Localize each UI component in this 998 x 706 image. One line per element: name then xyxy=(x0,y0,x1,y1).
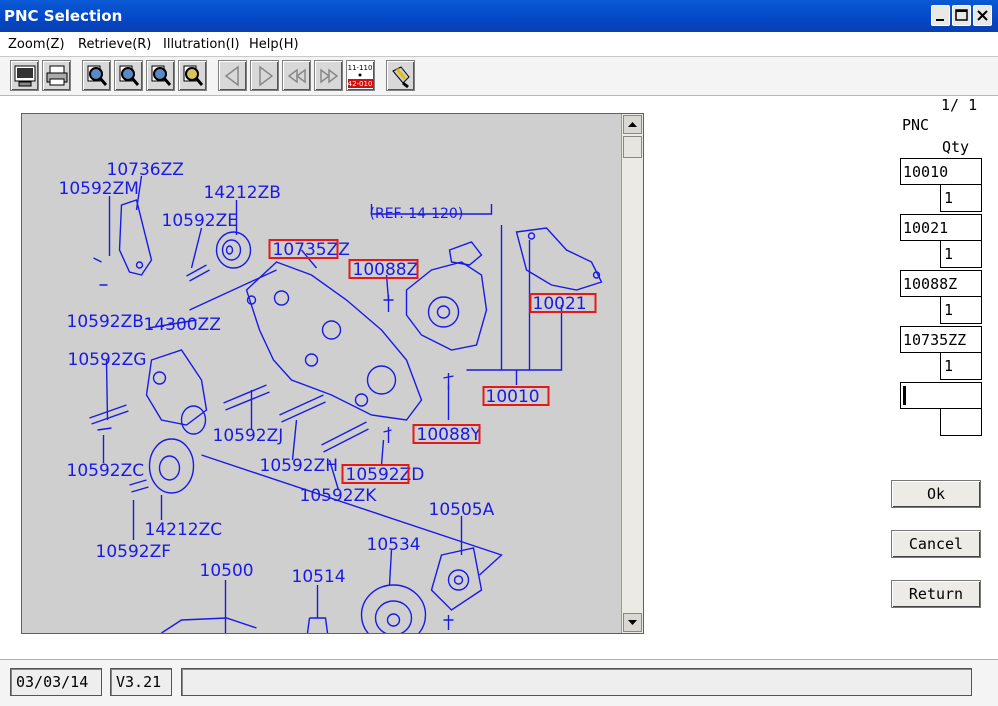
status-bar: 03/03/14 V3.21 xyxy=(0,659,998,706)
cancel-button[interactable]: Cancel xyxy=(891,530,981,558)
menu-help[interactable]: Help(H) xyxy=(249,37,299,52)
pnc-field-3[interactable]: 10088Z xyxy=(900,270,982,297)
window-title: PNC Selection xyxy=(4,7,123,25)
minimize-button[interactable] xyxy=(931,5,950,26)
title-bar: PNC Selection xyxy=(0,0,998,32)
label-14212zc: 14212ZC xyxy=(145,520,223,540)
menu-zoom[interactable]: Zoom(Z) xyxy=(8,37,65,52)
label-10514: 10514 xyxy=(292,567,346,587)
last-page-icon[interactable] xyxy=(314,60,343,91)
vertical-scrollbar[interactable] xyxy=(621,114,643,633)
label-10500: 10500 xyxy=(200,561,254,581)
page-badge-bottom: 42-010 xyxy=(348,80,372,88)
qty-field-3[interactable]: 1 xyxy=(940,297,982,324)
pnc-field-1[interactable]: 10010 xyxy=(900,158,982,185)
zoom-2-icon[interactable] xyxy=(114,60,143,91)
label-14300zz: 14300ZZ xyxy=(144,315,221,335)
page-number-icon[interactable]: 11-110 42-010 xyxy=(346,60,375,91)
qty-header: Qty xyxy=(942,138,970,156)
qty-field-2[interactable]: 1 xyxy=(940,241,982,268)
illustration-viewport[interactable]: 10736ZZ 10592ZM 14212ZB 10592ZE 10735ZZ … xyxy=(21,113,644,634)
qty-field-4[interactable]: 1 xyxy=(940,353,982,380)
close-button[interactable] xyxy=(973,5,992,26)
toolbar: 11-110 42-010 xyxy=(0,57,998,96)
status-version: V3.21 xyxy=(110,668,172,696)
menu-illustration[interactable]: Illutration(I) xyxy=(163,37,240,52)
label-10592zc: 10592ZC xyxy=(67,461,145,481)
label-10592zg: 10592ZG xyxy=(68,350,147,370)
scroll-thumb[interactable] xyxy=(623,136,642,158)
parts-illustration: 10736ZZ 10592ZM 14212ZB 10592ZE 10735ZZ … xyxy=(32,114,633,633)
label-10534: 10534 xyxy=(367,535,421,555)
menu-retrieve[interactable]: Retrieve(R) xyxy=(78,37,151,52)
next-page-icon[interactable] xyxy=(250,60,279,91)
label-10592zj: 10592ZJ xyxy=(213,426,284,446)
page-indicator: 1/ 1 xyxy=(941,96,978,114)
pnc-field-5[interactable] xyxy=(900,382,982,409)
text-cursor xyxy=(903,386,906,405)
first-page-icon[interactable] xyxy=(282,60,311,91)
label-10592zk: 10592ZK xyxy=(300,486,378,506)
label-10592zb: 10592ZB xyxy=(67,312,144,332)
label-10592zh: 10592ZH xyxy=(260,456,339,476)
qty-field-5[interactable] xyxy=(940,409,982,436)
page-badge-top: 11-110 xyxy=(348,64,372,72)
qty-field-1[interactable]: 1 xyxy=(940,185,982,212)
pnc-field-2[interactable]: 10021 xyxy=(900,214,982,241)
label-10736zz: 10736ZZ xyxy=(107,160,184,180)
return-button[interactable]: Return xyxy=(891,580,981,608)
pnc-field-4[interactable]: 10735ZZ xyxy=(900,326,982,353)
label-14212zb: 14212ZB xyxy=(204,183,281,203)
status-message xyxy=(181,668,972,696)
status-date: 03/03/14 xyxy=(10,668,102,696)
print-icon[interactable] xyxy=(42,60,71,91)
zoom-1-icon[interactable] xyxy=(82,60,111,91)
screen-icon[interactable] xyxy=(10,60,39,91)
flashlight-icon[interactable] xyxy=(386,60,415,91)
scroll-down-button[interactable] xyxy=(623,613,642,632)
label-10592zf: 10592ZF xyxy=(96,542,172,562)
zoom-4-icon[interactable] xyxy=(178,60,207,91)
prev-page-icon[interactable] xyxy=(218,60,247,91)
zoom-3-icon[interactable] xyxy=(146,60,175,91)
ok-button[interactable]: Ok xyxy=(891,480,981,508)
pnc-header: PNC xyxy=(902,116,930,134)
scroll-up-button[interactable] xyxy=(623,115,642,134)
maximize-button[interactable] xyxy=(952,5,971,26)
label-10592zm: 10592ZM xyxy=(59,179,139,199)
menu-bar: Zoom(Z) Retrieve(R) Illutration(I) Help(… xyxy=(0,32,998,57)
label-10592ze: 10592ZE xyxy=(162,211,238,231)
label-10505a: 10505A xyxy=(429,500,495,520)
ref-label: (REF. 14-120) xyxy=(370,206,464,222)
